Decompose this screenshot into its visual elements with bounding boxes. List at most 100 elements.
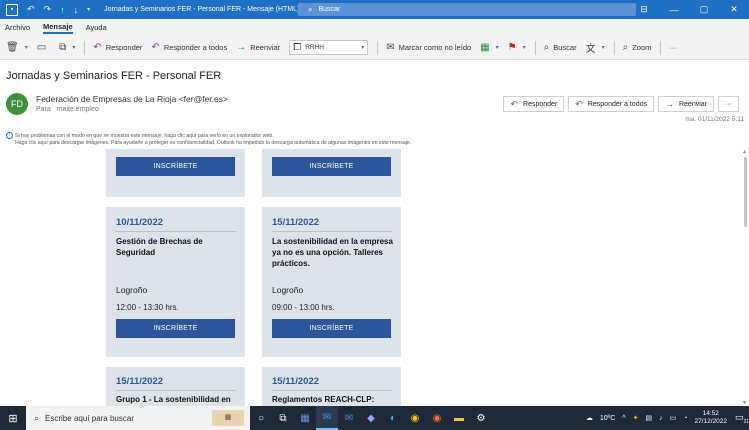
down-arrow-icon[interactable]: ↓ — [74, 5, 79, 15]
title-bar: ▪ ↶ ↷ ↑ ↓ ▾ Jornadas y Seminarios FER - … — [0, 0, 749, 19]
info-icon: i — [6, 132, 13, 139]
ribbon-search-button[interactable]: ⌕ Buscar — [544, 42, 577, 53]
undo-icon[interactable]: ↶ — [27, 4, 35, 15]
taskbar-search[interactable]: ⌕ Escribe aquí para buscar ▦ — [26, 406, 250, 430]
vertical-scrollbar[interactable]: ▲ ▼ — [742, 149, 747, 406]
search-box[interactable]: ⌕ Buscar — [298, 3, 636, 16]
tray-app-icon[interactable]: ✦ — [633, 414, 639, 422]
tray-chevron-icon[interactable]: ^ — [622, 415, 625, 422]
flag-button[interactable]: ⚑ ▾ — [508, 42, 526, 53]
firefox-app-icon[interactable]: ◉ — [426, 406, 448, 430]
ribbon-display-icon[interactable]: ⊟ — [629, 4, 659, 15]
forward-button[interactable]: → Reenviar — [236, 42, 280, 53]
zoom-icon: ⌕ — [622, 42, 629, 53]
windows-start-button[interactable]: ⊞ — [0, 406, 26, 430]
file-explorer-icon[interactable]: ▬ — [448, 406, 470, 430]
info-bar[interactable]: i Si hay problemas con el modo en que se … — [6, 132, 411, 147]
inscribete-button[interactable]: INSCRÍBETE — [116, 319, 235, 338]
event-time: 12:00 - 13:30 hrs. — [116, 303, 179, 312]
task-view-icon[interactable]: ⧉ — [272, 406, 294, 430]
info-line-2[interactable]: Haga clic aquí para descargar imágenes. … — [6, 140, 411, 147]
calendar-app-icon[interactable]: ▦ — [294, 406, 316, 430]
weather-icon[interactable]: ☁ — [586, 414, 593, 422]
event-divider — [272, 390, 392, 391]
header-reply-all-label: Responder a todos — [587, 100, 647, 108]
archive-button[interactable]: ▭ — [37, 42, 50, 53]
recipient-line: Para maite.empleo — [36, 106, 99, 113]
inscribete-button[interactable]: INSCRÍBETE — [116, 157, 235, 176]
scrollbar-thumb[interactable] — [744, 157, 747, 227]
mail-app-icon[interactable]: ✉ — [338, 406, 360, 430]
customize-toolbar-icon[interactable]: ▾ — [87, 6, 90, 13]
chevron-down-icon: ▾ — [72, 45, 76, 51]
notification-center-icon[interactable]: ▭21 — [735, 412, 749, 425]
zoom-button[interactable]: ⌕ Zoom — [623, 42, 652, 53]
recipient-value[interactable]: maite.empleo — [57, 106, 99, 113]
event-card: 15/11/2022 Grupo 1 - La sostenibilidad e… — [106, 367, 245, 406]
teams-app-icon[interactable]: ◆ — [360, 406, 382, 430]
clock-date: 27/12/2022 — [694, 418, 727, 425]
more-options-button[interactable]: ··· — [669, 43, 677, 52]
message-date: ma. 01/11/2022 5:11 — [685, 116, 744, 123]
edge-app-icon[interactable]: ◐ — [382, 406, 404, 430]
mark-unread-button[interactable]: ✉ Marcar como no leído — [386, 42, 471, 53]
delete-button[interactable]: 🗑 ▾ — [6, 42, 28, 53]
translate-icon: 文 — [585, 44, 596, 55]
up-arrow-icon[interactable]: ↑ — [60, 5, 65, 15]
event-title: Gestión de Brechas de Seguridad — [116, 237, 203, 257]
network-icon[interactable]: ▤ — [645, 414, 652, 422]
scroll-up-icon[interactable]: ▲ — [742, 149, 747, 155]
forward-label: Reenviar — [250, 43, 281, 52]
system-tray: ☁ 10ºC ^ ✦ ▤ ♪ ▭ ◔ 14:52 27/12/2022 ▭21 — [586, 406, 749, 430]
search-highlight-icon[interactable]: ▦ — [212, 410, 244, 426]
cortana-icon[interactable]: ○ — [250, 406, 272, 430]
avatar[interactable]: FD — [6, 93, 28, 115]
event-card: INSCRÍBETE — [106, 149, 245, 197]
categorize-button[interactable]: ▦ ▾ — [480, 42, 498, 53]
minimize-button[interactable]: — — [659, 5, 689, 15]
close-button[interactable]: ✕ — [719, 4, 749, 15]
info-line-1[interactable]: Si hay problemas con el modo en que se m… — [15, 133, 274, 139]
sender-name[interactable]: Federación de Empresas de La Rioja <fer@… — [36, 94, 228, 104]
header-reply-button[interactable]: ↶ Responder — [503, 96, 565, 112]
volume-icon[interactable]: ♪ — [659, 415, 663, 422]
reply-all-button[interactable]: ↶ Responder a todos — [151, 42, 227, 53]
move-icon: ⧉ — [59, 42, 67, 53]
chevron-down-icon: ▾ — [522, 45, 526, 51]
inscribete-button[interactable]: INSCRÍBETE — [272, 157, 391, 176]
event-date: 15/11/2022 — [116, 376, 164, 387]
weather-temperature[interactable]: 10ºC — [600, 415, 615, 422]
reply-button[interactable]: ↶ Responder — [93, 42, 142, 53]
search-placeholder: Buscar — [318, 6, 341, 13]
ribbon-divider — [377, 40, 379, 55]
settings-icon[interactable]: ⚙ — [470, 406, 492, 430]
save-icon[interactable]: ▪ — [6, 3, 18, 16]
header-reply-all-button[interactable]: ↶ Responder a todos — [568, 96, 654, 112]
clock-time: 14:52 — [702, 410, 719, 417]
taskbar-clock[interactable]: 14:52 27/12/2022 — [694, 410, 727, 426]
header-forward-label: Reenviar — [678, 100, 707, 108]
menu-archivo[interactable]: Archivo — [5, 23, 30, 33]
move-button[interactable]: ⧉ ▾ — [59, 42, 75, 53]
outlook-app-icon[interactable]: ✉ — [316, 406, 338, 430]
maximize-button[interactable]: ▢ — [689, 4, 719, 15]
search-icon: ⌕ — [543, 42, 550, 53]
move-to-folder-dropdown[interactable]: ⧠ RRHH ▾ — [289, 40, 369, 55]
folder-icon: ⧠ — [293, 42, 302, 53]
wifi-icon[interactable]: ◔ — [683, 415, 687, 422]
header-forward-button[interactable]: → Reenviar — [657, 96, 714, 112]
inscribete-button[interactable]: INSCRÍBETE — [272, 319, 391, 338]
ribbon-search-label: Buscar — [553, 43, 577, 52]
display-icon[interactable]: ▭ — [670, 414, 677, 422]
windows-taskbar: ⊞ ⌕ Escribe aquí para buscar ▦ ○ ⧉ ▦ ✉ ✉… — [0, 406, 749, 430]
menu-ayuda[interactable]: Ayuda — [86, 23, 107, 33]
flag-icon: ⚑ — [507, 42, 517, 53]
menu-mensaje[interactable]: Mensaje — [43, 22, 73, 34]
translate-button[interactable]: 文 ▾ — [586, 40, 605, 55]
menu-bar: Archivo Mensaje Ayuda — [0, 19, 749, 36]
reply-all-icon: ↶ — [151, 42, 160, 53]
chrome-app-icon[interactable]: ◉ — [404, 406, 426, 430]
header-more-button[interactable]: ··· — [718, 96, 739, 112]
mark-unread-label: Marcar como no leído — [398, 43, 472, 52]
redo-icon[interactable]: ↷ — [44, 4, 52, 15]
